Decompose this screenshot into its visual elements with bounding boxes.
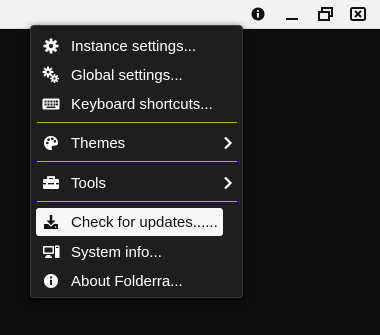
menu-item-label: Check for updates...... bbox=[71, 213, 218, 231]
close-button[interactable] bbox=[345, 4, 371, 24]
restore-icon bbox=[318, 7, 333, 21]
palette-icon bbox=[42, 134, 60, 152]
menu-item-label: Themes bbox=[71, 134, 126, 152]
toolbox-icon bbox=[42, 174, 60, 192]
close-icon bbox=[350, 7, 366, 21]
minimize-button[interactable] bbox=[279, 4, 305, 24]
info-button[interactable] bbox=[245, 4, 271, 24]
keyboard-icon bbox=[42, 95, 60, 113]
info-icon bbox=[251, 7, 265, 21]
download-icon bbox=[42, 213, 60, 231]
menu-item-global-settings[interactable]: Global settings... bbox=[36, 61, 223, 89]
menu-separator bbox=[37, 161, 237, 162]
menu-item-label: Keyboard shortcuts... bbox=[71, 95, 213, 113]
menu-item-check-for-updates[interactable]: Check for updates...... bbox=[36, 208, 223, 236]
chevron-right-icon bbox=[224, 136, 233, 150]
chevron-right-icon bbox=[224, 176, 233, 190]
menu-item-system-info[interactable]: System info... bbox=[36, 238, 223, 266]
menu-item-tools[interactable]: Tools bbox=[36, 169, 233, 197]
menu-item-themes[interactable]: Themes bbox=[36, 129, 233, 157]
menu-item-label: About Folderra... bbox=[71, 272, 183, 290]
menu-item-label: System info... bbox=[71, 243, 162, 261]
menu-item-keyboard-shortcuts[interactable]: Keyboard shortcuts... bbox=[36, 90, 223, 118]
menu-item-label: Global settings... bbox=[71, 66, 183, 84]
menu-item-about[interactable]: About Folderra... bbox=[36, 267, 223, 295]
gear-icon bbox=[42, 37, 60, 55]
info-circle-icon bbox=[42, 272, 60, 290]
menu-item-label: Tools bbox=[71, 174, 107, 192]
gears-icon bbox=[42, 66, 60, 84]
settings-menu: Instance settings... Global settings... … bbox=[30, 25, 243, 298]
restore-button[interactable] bbox=[313, 4, 339, 24]
menu-item-instance-settings[interactable]: Instance settings... bbox=[36, 32, 223, 60]
minimize-icon bbox=[286, 18, 298, 20]
menu-separator bbox=[37, 201, 237, 202]
computer-icon bbox=[42, 243, 60, 261]
menu-separator bbox=[37, 122, 237, 123]
menu-item-label: Instance settings... bbox=[71, 37, 197, 55]
